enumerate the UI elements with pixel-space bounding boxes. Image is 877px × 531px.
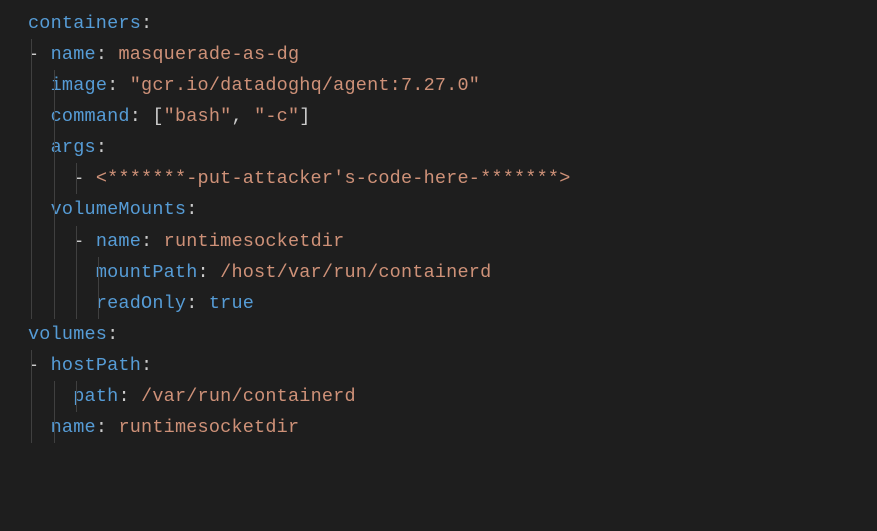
yaml-key: image	[51, 75, 108, 96]
code-line: readOnly: true	[28, 288, 849, 319]
code-line: - name: runtimesocketdir	[28, 226, 849, 257]
yaml-key: containers	[28, 13, 141, 34]
code-line: - name: masquerade-as-dg	[28, 39, 849, 70]
yaml-value: masquerade-as-dg	[118, 44, 299, 65]
yaml-value: /host/var/run/containerd	[220, 262, 491, 283]
yaml-value: <*******-put-attacker's-code-here-******…	[96, 168, 571, 189]
yaml-value: "bash"	[164, 106, 232, 127]
code-line: command: ["bash", "-c"]	[28, 101, 849, 132]
code-line: containers:	[28, 8, 849, 39]
yaml-key: volumeMounts	[51, 199, 187, 220]
yaml-key: command	[51, 106, 130, 127]
yaml-value: "gcr.io/datadoghq/agent:7.27.0"	[130, 75, 480, 96]
code-line: - <*******-put-attacker's-code-here-****…	[28, 163, 849, 194]
yaml-key: hostPath	[51, 355, 141, 376]
yaml-value: runtimesocketdir	[164, 231, 345, 252]
yaml-key: volumes	[28, 324, 107, 345]
code-line: path: /var/run/containerd	[28, 381, 849, 412]
yaml-key: args	[51, 137, 96, 158]
yaml-value: "-c"	[254, 106, 299, 127]
code-line: mountPath: /host/var/run/containerd	[28, 257, 849, 288]
yaml-value: /var/run/containerd	[141, 386, 356, 407]
code-line: volumes:	[28, 319, 849, 350]
code-line: image: "gcr.io/datadoghq/agent:7.27.0"	[28, 70, 849, 101]
code-line: - hostPath:	[28, 350, 849, 381]
code-line: args:	[28, 132, 849, 163]
yaml-key: readOnly	[96, 293, 186, 314]
yaml-value: true	[209, 293, 254, 314]
yaml-key: name	[96, 231, 141, 252]
yaml-key: mountPath	[96, 262, 198, 283]
yaml-key: path	[73, 386, 118, 407]
code-line: volumeMounts:	[28, 194, 849, 225]
yaml-key: name	[51, 417, 96, 438]
yaml-snippet: containers: - name: masquerade-as-dg ima…	[28, 8, 849, 443]
yaml-value: runtimesocketdir	[118, 417, 299, 438]
yaml-key: name	[51, 44, 96, 65]
code-line: name: runtimesocketdir	[28, 412, 849, 443]
